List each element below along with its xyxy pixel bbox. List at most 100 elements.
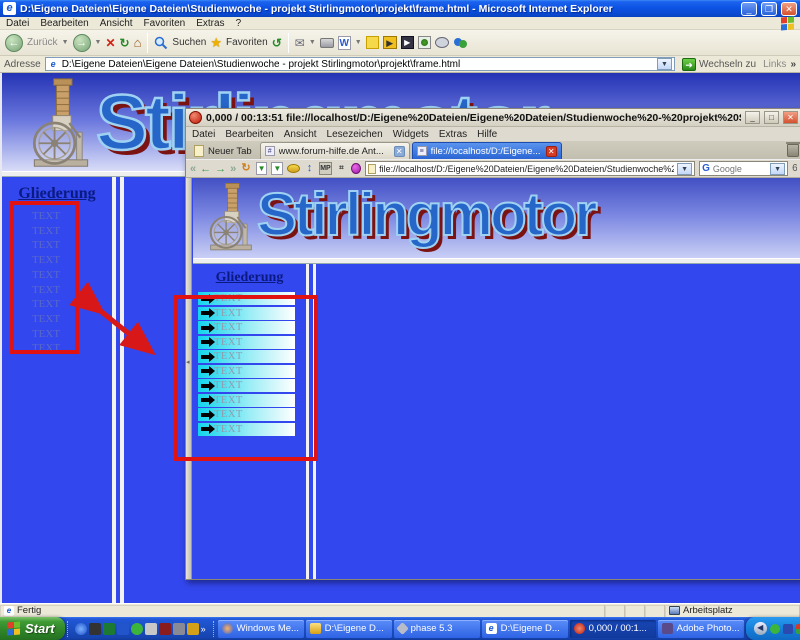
ie-titlebar[interactable]: e D:\Eigene Dateien\Eigene Dateien\Studi… xyxy=(0,0,800,17)
discuss-arrow-icon[interactable]: ▶ xyxy=(383,36,397,49)
quicklaunch-overflow-icon[interactable]: » xyxy=(201,624,206,634)
opera-close-button[interactable]: ✕ xyxy=(783,111,798,124)
tab1-close-icon[interactable]: ✕ xyxy=(394,146,405,157)
quicklaunch-grip[interactable] xyxy=(67,621,68,637)
nav-item[interactable]: TEXT xyxy=(198,292,295,305)
menu-ansicht[interactable]: Ansicht xyxy=(100,18,133,29)
panel-handle-icon[interactable]: ◂ xyxy=(186,358,190,366)
nav-item[interactable]: TEXT xyxy=(16,268,76,283)
fast-forward-icon[interactable]: » xyxy=(230,163,236,175)
opera-menu-lesezeichen[interactable]: Lesezeichen xyxy=(327,129,383,140)
nav-item[interactable]: TEXT xyxy=(16,224,76,239)
download-page-icon2[interactable]: ▼ xyxy=(271,162,283,175)
updown-arrows-icon[interactable]: ↕ xyxy=(304,162,315,175)
google-search-input[interactable] xyxy=(713,164,767,174)
back-dropdown-icon[interactable]: ▼ xyxy=(62,39,69,46)
forward-button[interactable]: → xyxy=(73,34,91,52)
home-icon[interactable]: ⌂ xyxy=(134,35,142,50)
messenger-plant-icon[interactable] xyxy=(418,36,431,49)
opera-refresh-icon[interactable]: ↻ xyxy=(240,162,251,175)
nav-item[interactable]: TEXT xyxy=(16,297,76,312)
mp-icon[interactable]: MP xyxy=(319,162,332,175)
rewind-icon[interactable]: « xyxy=(190,163,196,175)
nav-item[interactable]: TEXT xyxy=(198,365,295,378)
opera-address-input[interactable]: file://localhost/D:/Eigene%20Dateien/Eig… xyxy=(365,161,695,176)
tray-blue-icon[interactable] xyxy=(783,624,793,634)
links-chevron-icon[interactable]: » xyxy=(790,59,796,70)
go-button[interactable]: ➜ Wechseln zu xyxy=(679,57,759,72)
nav-item[interactable]: TEXT xyxy=(198,307,295,320)
opera-menu-ansicht[interactable]: Ansicht xyxy=(284,129,317,140)
favorites-star-icon[interactable]: ★ xyxy=(210,35,222,51)
opera-forward-icon[interactable]: → xyxy=(215,163,226,175)
tray-icq-icon[interactable] xyxy=(770,624,780,634)
opera-titlebar[interactable]: 0,000 / 00:13:51 file://localhost/D:/Eig… xyxy=(186,109,800,127)
mail-icon[interactable]: ✉ xyxy=(295,36,305,50)
yellow-oval-icon[interactable] xyxy=(287,164,300,173)
nav-item[interactable]: TEXT xyxy=(16,209,76,224)
note-icon[interactable] xyxy=(366,36,379,49)
app-m-icon[interactable] xyxy=(89,623,101,635)
hash-icon[interactable]: ⌗ xyxy=(336,162,347,175)
address-dropdown-icon[interactable]: ▼ xyxy=(657,58,672,70)
panel-toggle-strip[interactable]: ◂ xyxy=(186,178,192,579)
opera-menu-extras[interactable]: Extras xyxy=(439,129,467,140)
tab-stirlingmotor-active[interactable]: ≡ file://localhost/D:/Eigene... ✕ xyxy=(412,142,562,159)
word-icon[interactable] xyxy=(117,623,129,635)
print-icon[interactable] xyxy=(320,38,334,48)
trash-icon[interactable] xyxy=(787,144,799,157)
mail-dropdown-icon[interactable]: ▼ xyxy=(309,39,316,46)
taskbtn-phase5[interactable]: phase 5.3 xyxy=(394,620,480,638)
menu-bearbeiten[interactable]: Bearbeiten xyxy=(40,18,88,29)
frame-border-vertical[interactable] xyxy=(112,177,124,603)
opera-menu-bearbeiten[interactable]: Bearbeiten xyxy=(225,129,273,140)
nav-item[interactable]: TEXT xyxy=(16,253,76,268)
app-red-icon[interactable] xyxy=(159,623,171,635)
search-dropdown-icon[interactable]: ▼ xyxy=(770,163,785,175)
nav-item[interactable]: TEXT xyxy=(198,336,295,349)
taskbtn-opera-active[interactable]: 0,000 / 00:1... xyxy=(570,620,656,638)
nav-item[interactable]: TEXT xyxy=(16,283,76,298)
nav-item[interactable]: TEXT xyxy=(198,321,295,334)
nav-item[interactable]: TEXT xyxy=(198,408,295,421)
menu-favoriten[interactable]: Favoriten xyxy=(144,18,186,29)
menu-datei[interactable]: Datei xyxy=(6,18,29,29)
links-label[interactable]: Links xyxy=(763,59,786,70)
magenta-blob-icon[interactable] xyxy=(351,163,361,174)
opera-menu-hilfe[interactable]: Hilfe xyxy=(477,129,497,140)
opera-address-dropdown-icon[interactable]: ▼ xyxy=(677,163,692,175)
icq-flower-icon[interactable] xyxy=(131,623,143,635)
nav-item[interactable]: TEXT xyxy=(198,350,295,363)
history-icon[interactable]: ↺ xyxy=(272,36,282,50)
forward-dropdown-icon[interactable]: ▼ xyxy=(95,39,102,46)
tray-collapse-icon[interactable]: ◀ xyxy=(754,622,767,635)
opera-menu-widgets[interactable]: Widgets xyxy=(393,129,429,140)
minimize-button[interactable]: _ xyxy=(741,2,757,16)
excel-icon[interactable] xyxy=(103,623,115,635)
tab2-close-icon[interactable]: ✕ xyxy=(546,146,557,157)
search-label[interactable]: Suchen xyxy=(172,37,206,48)
stop-icon[interactable]: ✕ xyxy=(105,36,115,50)
download-page-icon[interactable]: ▼ xyxy=(256,162,268,175)
pencil-icon[interactable] xyxy=(187,623,199,635)
menu-extras[interactable]: Extras xyxy=(196,18,224,29)
tab-forum-hilfe[interactable]: # www.forum-hilfe.de Ant... ✕ xyxy=(260,142,410,159)
media-icon[interactable]: ▶ xyxy=(401,36,414,49)
menu-hilfe[interactable]: ? xyxy=(236,18,242,29)
back-button[interactable]: ← xyxy=(5,34,23,52)
nav-item[interactable]: TEXT xyxy=(16,238,76,253)
zoom-control-clipped[interactable]: 6 xyxy=(792,163,797,174)
back-label[interactable]: Zurück xyxy=(27,37,58,48)
taskbar-grip[interactable] xyxy=(213,621,214,637)
address-input[interactable]: e D:\Eigene Dateien\Eigene Dateien\Studi… xyxy=(45,57,675,71)
opera-minimize-button[interactable]: _ xyxy=(745,111,760,124)
speech-bubble-icon[interactable] xyxy=(435,37,449,48)
opera-maximize-button[interactable]: □ xyxy=(764,111,779,124)
tray-redgreen-icon[interactable] xyxy=(796,624,800,634)
close-button[interactable]: ✕ xyxy=(781,2,797,16)
media-player-icon[interactable] xyxy=(75,623,87,635)
nav-item[interactable]: TEXT xyxy=(16,341,76,356)
taskbtn-photoshop[interactable]: Adobe Photo... xyxy=(658,620,744,638)
nav-item[interactable]: TEXT xyxy=(198,394,295,407)
search-icon[interactable] xyxy=(154,36,168,50)
